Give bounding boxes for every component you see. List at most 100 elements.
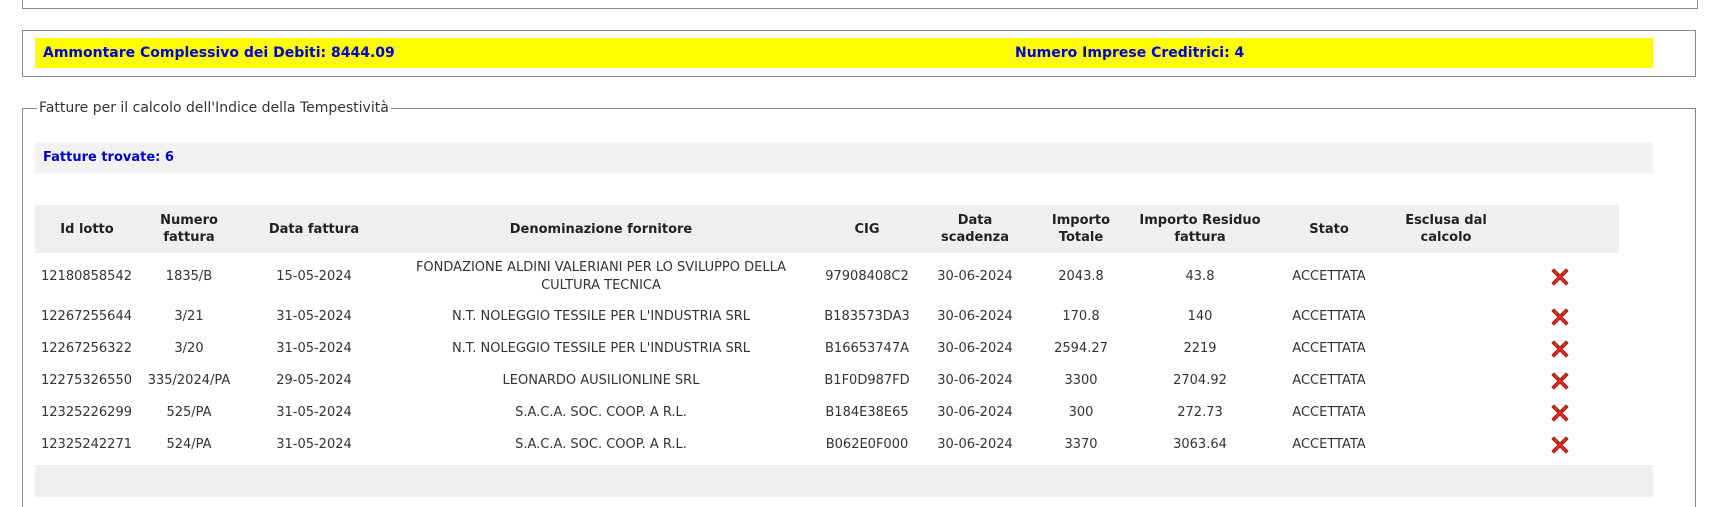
cell-fornitore: FONDAZIONE ALDINI VALERIANI PER LO SVILU… — [415, 260, 787, 293]
cell-numero-fattura: 525/PA — [166, 405, 212, 420]
delete-x-icon[interactable] — [1550, 371, 1570, 391]
col-header-importo-totale: Importo Totale — [1029, 205, 1133, 253]
cell-id-lotto: 12180858542 — [41, 269, 132, 284]
cell-fornitore: N.T. NOLEGGIO TESSILE PER L'INDUSTRIA SR… — [451, 309, 751, 324]
delete-x-icon[interactable] — [1550, 307, 1570, 327]
cell-importo-residuo: 43.8 — [1185, 269, 1215, 284]
found-count-bar: Fatture trovate: 6 — [35, 142, 1653, 173]
table-row: 12267256322 3/20 31-05-2024 N.T. NOLEGGIO T… — [35, 333, 1619, 365]
cell-cig: B062E0F000 — [825, 437, 909, 452]
cell-data-fattura: 31-05-2024 — [276, 437, 352, 452]
cell-action — [1501, 333, 1619, 365]
cell-importo-residuo: 2219 — [1183, 341, 1217, 356]
cell-id-lotto: 12267256322 — [41, 341, 132, 356]
cell-id-lotto: 12325242271 — [41, 437, 132, 452]
invoices-table-wrap: Id lotto Numero fattura Data fattura Den… — [35, 205, 1653, 461]
table-header-row: Id lotto Numero fattura Data fattura Den… — [35, 205, 1619, 253]
cell-importo-totale: 3370 — [1064, 437, 1098, 452]
cell-data-scadenza: 30-06-2024 — [937, 373, 1013, 388]
delete-x-icon[interactable] — [1550, 403, 1570, 423]
col-header-numero-fattura: Numero fattura — [139, 205, 239, 253]
cell-numero-fattura: 3/21 — [174, 309, 204, 324]
cell-numero-fattura: 1835/B — [165, 269, 213, 284]
cell-importo-residuo: 3063.64 — [1173, 437, 1227, 452]
cell-importo-residuo: 140 — [1187, 309, 1213, 324]
cell-cig: B183573DA3 — [824, 309, 910, 324]
cell-cig: B1F0D987FD — [824, 373, 910, 388]
table-footer-bar — [35, 465, 1653, 497]
cell-data-fattura: 31-05-2024 — [276, 405, 352, 420]
col-header-stato: Stato — [1267, 205, 1391, 253]
cell-data-scadenza: 30-06-2024 — [937, 405, 1013, 420]
col-header-cig: CIG — [813, 205, 921, 253]
cell-id-lotto: 12267255644 — [41, 309, 132, 324]
cell-importo-residuo: 2704.92 — [1173, 373, 1227, 388]
cell-action — [1501, 365, 1619, 397]
cell-importo-totale: 3300 — [1064, 373, 1098, 388]
delete-x-icon[interactable] — [1550, 435, 1570, 455]
cell-data-scadenza: 30-06-2024 — [937, 309, 1013, 324]
summary-bar: Ammontare Complessivo dei Debiti: 8444.0… — [35, 38, 1653, 68]
cell-importo-residuo: 272.73 — [1177, 405, 1223, 420]
cell-action — [1501, 397, 1619, 429]
cell-cig: 97908408C2 — [825, 269, 909, 284]
cell-importo-totale: 2043.8 — [1058, 269, 1104, 284]
cell-stato: ACCETTATA — [1292, 309, 1366, 324]
cell-stato: ACCETTATA — [1292, 373, 1366, 388]
col-header-importo-residuo: Importo Residuo fattura — [1133, 205, 1267, 253]
cell-numero-fattura: 335/2024/PA — [147, 373, 231, 388]
cell-importo-totale: 300 — [1068, 405, 1094, 420]
cell-action — [1501, 301, 1619, 333]
top-panel-edge — [22, 0, 1698, 9]
total-debts-label: Ammontare Complessivo dei Debiti: 8444.0… — [43, 45, 395, 61]
cell-importo-totale: 170.8 — [1062, 309, 1100, 324]
cell-data-fattura: 31-05-2024 — [276, 341, 352, 356]
cell-numero-fattura: 524/PA — [166, 437, 212, 452]
table-row: 12275326550 335/2024/PA 29-05-2024 LEONARDO… — [35, 365, 1619, 397]
cell-esclusa — [1391, 301, 1501, 333]
cell-stato: ACCETTATA — [1292, 437, 1366, 452]
cell-cig: B16653747A — [825, 341, 909, 356]
delete-x-icon[interactable] — [1550, 267, 1570, 287]
col-header-action — [1501, 205, 1619, 253]
col-header-data-scadenza: Data scadenza — [921, 205, 1029, 253]
cell-esclusa — [1391, 429, 1501, 461]
cell-esclusa — [1391, 333, 1501, 365]
cell-data-scadenza: 30-06-2024 — [937, 269, 1013, 284]
delete-x-icon[interactable] — [1550, 339, 1570, 359]
cell-stato: ACCETTATA — [1292, 405, 1366, 420]
table-row: 12180858542 1835/B 15-05-2024 FONDAZIONE AL… — [35, 253, 1619, 301]
cell-data-fattura: 15-05-2024 — [276, 269, 352, 284]
cell-esclusa — [1391, 253, 1501, 301]
creditor-count-label: Numero Imprese Creditrici: 4 — [1015, 45, 1245, 61]
cell-data-scadenza: 30-06-2024 — [937, 341, 1013, 356]
cell-id-lotto: 12325226299 — [41, 405, 132, 420]
cell-action — [1501, 429, 1619, 461]
cell-data-fattura: 29-05-2024 — [276, 373, 352, 388]
cell-importo-totale: 2594.27 — [1054, 341, 1108, 356]
fieldset-legend: Fatture per il calcolo dell'Indice della… — [37, 98, 391, 118]
cell-fornitore: LEONARDO AUSILIONLINE SRL — [502, 373, 700, 388]
cell-data-fattura: 31-05-2024 — [276, 309, 352, 324]
invoices-table: Id lotto Numero fattura Data fattura Den… — [35, 205, 1619, 461]
cell-data-scadenza: 30-06-2024 — [937, 437, 1013, 452]
cell-fornitore: N.T. NOLEGGIO TESSILE PER L'INDUSTRIA SR… — [451, 341, 751, 356]
table-row: 12325242271 524/PA 31-05-2024 S.A.C.A. SOC.… — [35, 429, 1619, 461]
cell-esclusa — [1391, 365, 1501, 397]
cell-stato: ACCETTATA — [1292, 341, 1366, 356]
cell-esclusa — [1391, 397, 1501, 429]
cell-numero-fattura: 3/20 — [174, 341, 204, 356]
cell-id-lotto: 12275326550 — [41, 373, 132, 388]
cell-fornitore: S.A.C.A. SOC. COOP. A R.L. — [515, 437, 687, 452]
found-count-label: Fatture trovate: 6 — [43, 150, 174, 165]
summary-panel: Ammontare Complessivo dei Debiti: 8444.0… — [22, 30, 1696, 77]
table-row: 12267255644 3/21 31-05-2024 N.T. NOLEGGIO T… — [35, 301, 1619, 333]
col-header-data-fattura: Data fattura — [239, 205, 389, 253]
cell-fornitore: S.A.C.A. SOC. COOP. A R.L. — [515, 405, 687, 420]
cell-action — [1501, 253, 1619, 301]
col-header-fornitore: Denominazione fornitore — [389, 205, 813, 253]
col-header-esclusa: Esclusa dal calcolo — [1391, 205, 1501, 253]
invoices-fieldset: Fatture per il calcolo dell'Indice della… — [22, 98, 1696, 507]
cell-cig: B184E38E65 — [825, 405, 909, 420]
table-row: 12325226299 525/PA 31-05-2024 S.A.C.A. SOC.… — [35, 397, 1619, 429]
